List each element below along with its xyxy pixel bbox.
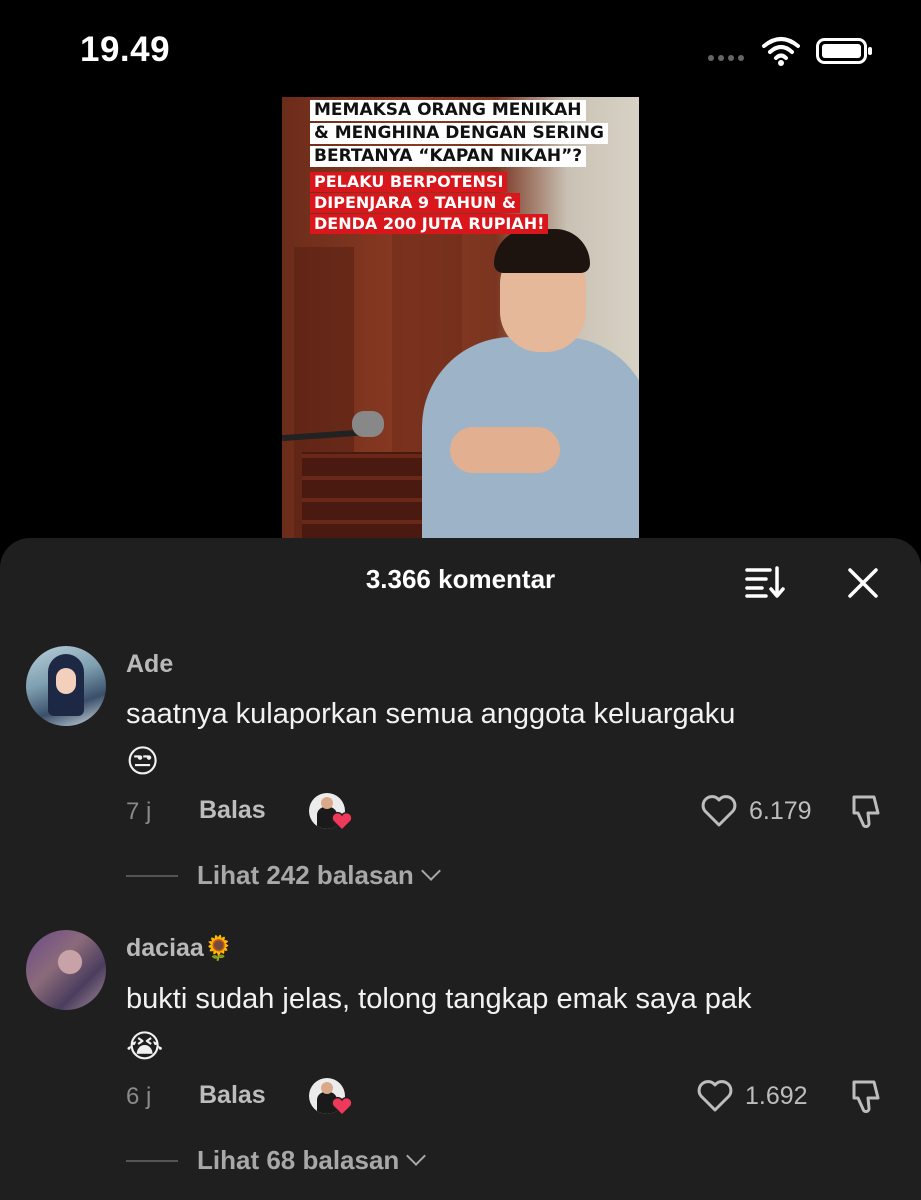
comment-time: 7 j	[126, 798, 152, 825]
sort-icon[interactable]	[744, 565, 786, 599]
status-time: 19.49	[80, 30, 171, 69]
comment-time: 6 j	[126, 1083, 152, 1110]
video-caption-line: & MENGHINA DENGAN SERING	[310, 123, 608, 144]
microphone-icon	[352, 411, 384, 437]
like-icon[interactable]	[700, 794, 738, 828]
comment-username[interactable]: Ade	[126, 650, 173, 679]
dislike-icon[interactable]	[848, 1078, 886, 1116]
comment-text: saatnya kulaporkan semua anggota keluarg…	[126, 691, 896, 787]
view-replies-label: Lihat 68 balasan	[197, 1145, 400, 1175]
status-bar: 19.49	[0, 0, 921, 100]
cellular-signal-icon	[708, 55, 752, 63]
view-replies-link[interactable]: Lihat 242 balasan	[197, 860, 441, 891]
comment-body: bukti sudah jelas, tolong tangkap emak s…	[126, 983, 752, 1015]
speaker-hands	[450, 427, 560, 473]
comment-body: saatnya kulaporkan semua anggota keluarg…	[126, 698, 736, 730]
comment-username[interactable]: daciaa🌻	[126, 934, 234, 963]
heart-icon	[331, 811, 353, 831]
heart-icon	[331, 1096, 353, 1116]
comment-emoji: 😭	[126, 1027, 164, 1065]
close-icon[interactable]	[846, 566, 880, 600]
comment-emoji: 😒	[126, 742, 160, 780]
replies-divider	[126, 1160, 178, 1162]
video-caption-highlight: PELAKU BERPOTENSI	[310, 172, 508, 192]
chevron-down-icon	[420, 861, 441, 881]
video-caption-line: MEMAKSA ORANG MENIKAH	[310, 100, 586, 121]
comment-text: bukti sudah jelas, tolong tangkap emak s…	[126, 976, 896, 1072]
username-emoji: 🌻	[203, 934, 234, 962]
like-icon[interactable]	[696, 1079, 734, 1113]
video-caption-line: BERTANYA “KAPAN NIKAH”?	[310, 146, 587, 167]
battery-icon	[816, 38, 872, 64]
replies-divider	[126, 875, 178, 877]
reply-button[interactable]: Balas	[199, 796, 266, 825]
comment-username-text: daciaa	[126, 934, 204, 962]
view-replies-label: Lihat 242 balasan	[197, 860, 414, 890]
avatar[interactable]	[26, 646, 106, 726]
video-caption-highlight: DIPENJARA 9 TAHUN &	[310, 193, 520, 213]
view-replies-link[interactable]: Lihat 68 balasan	[197, 1145, 427, 1176]
speaker-hair	[494, 229, 590, 273]
dislike-icon[interactable]	[848, 793, 886, 831]
avatar[interactable]	[26, 930, 106, 1010]
video-player[interactable]: MEMAKSA ORANG MENIKAH & MENGHINA DENGAN …	[282, 97, 639, 542]
chevron-down-icon	[406, 1146, 427, 1166]
reply-button[interactable]: Balas	[199, 1081, 266, 1110]
wifi-icon	[762, 37, 800, 66]
like-count: 1.692	[745, 1082, 808, 1110]
like-count: 6.179	[749, 797, 812, 825]
video-caption-highlight: DENDA 200 JUTA RUPIAH!	[310, 214, 549, 234]
